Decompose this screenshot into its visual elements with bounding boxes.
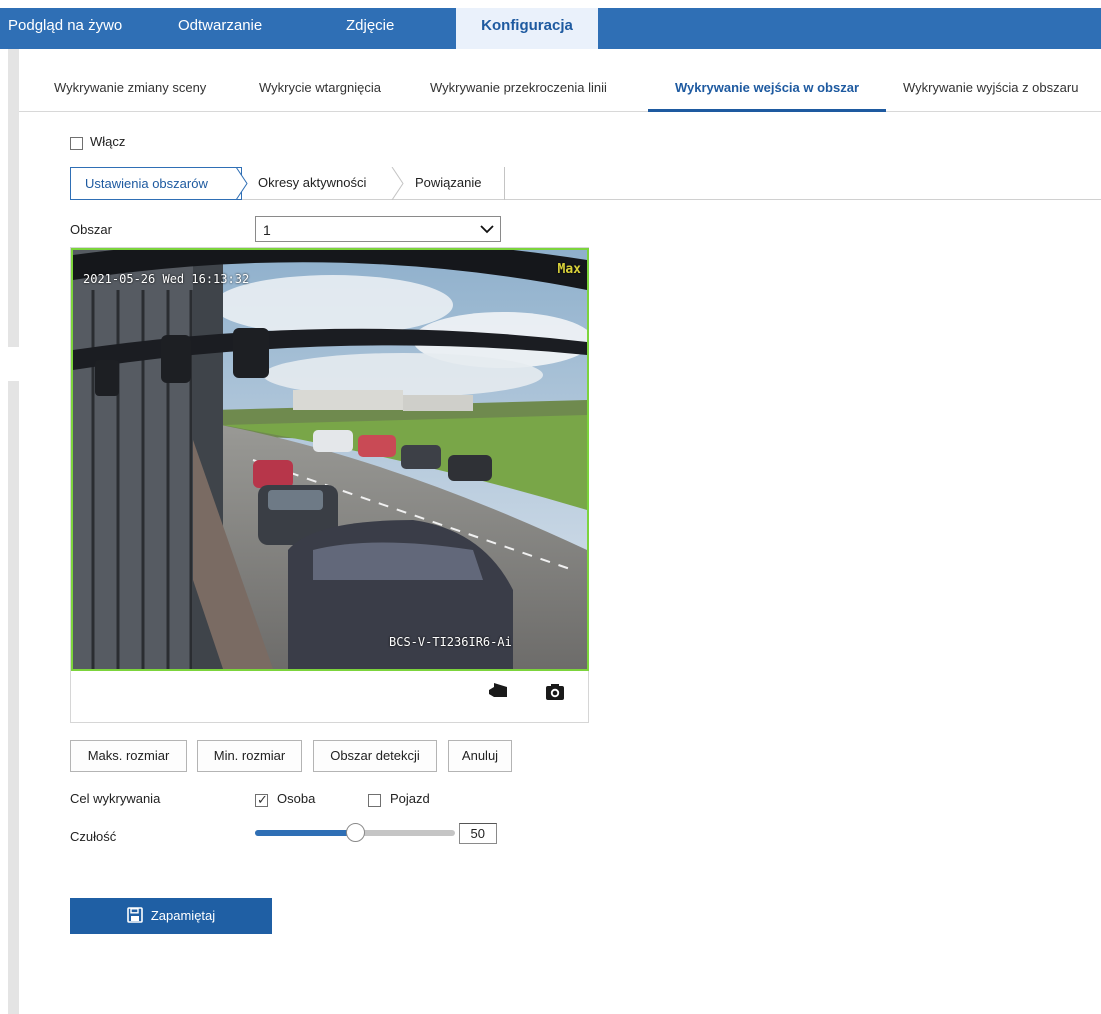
enable-label: Włącz	[90, 134, 126, 149]
save-button-label: Zapamiętaj	[150, 908, 216, 923]
sensitivity-slider-thumb[interactable]	[346, 823, 365, 842]
floppy-disk-icon	[127, 907, 143, 923]
sensitivity-label: Czułość	[70, 829, 117, 844]
vehicle-label: Pojazd	[390, 791, 430, 806]
live-video[interactable]: 2021-05-26 Wed 16:13:32 Max BCS-V-TI236I…	[71, 248, 589, 671]
left-sidebar-rail	[8, 49, 19, 347]
camera-name-overlay: BCS-V-TI236IR6-Ai	[389, 635, 512, 649]
step-arrow-1	[235, 167, 248, 200]
step-linkage[interactable]: Powiązanie	[415, 167, 482, 200]
enable-checkbox[interactable]	[70, 137, 83, 150]
area-select[interactable]: 1	[255, 216, 501, 242]
detection-target-label: Cel wykrywania	[70, 791, 161, 806]
event-subtabs: Wykrywanie zmiany sceny Wykrycie wtargni…	[19, 62, 1101, 112]
person-checkbox[interactable]	[255, 792, 268, 808]
chevron-down-icon	[480, 225, 494, 234]
vehicle-checkbox[interactable]	[368, 794, 381, 807]
top-navigation: Podgląd na żywo Odtwarzanie Zdjęcie Konf…	[0, 0, 1101, 49]
person-label: Osoba	[277, 791, 316, 806]
step-area-settings[interactable]: Ustawienia obszarów	[70, 167, 242, 200]
area-select-value: 1	[263, 222, 271, 238]
sensitivity-slider[interactable]	[255, 823, 455, 842]
subtab-line-crossing[interactable]: Wykrywanie przekroczenia linii	[430, 62, 607, 112]
subtab-region-entrance[interactable]: Wykrywanie wejścia w obszar	[648, 62, 886, 112]
nav-playback[interactable]: Odtwarzanie	[178, 8, 262, 49]
subtab-intrusion[interactable]: Wykrycie wtargnięcia	[259, 62, 381, 112]
step-end-divider	[504, 167, 505, 200]
min-size-button[interactable]: Min. rozmiar	[197, 740, 302, 772]
cancel-button[interactable]: Anuluj	[448, 740, 512, 772]
sensitivity-value-input[interactable]: 50	[459, 823, 497, 844]
camera-scene	[73, 250, 587, 669]
max-size-label: Max	[557, 262, 581, 277]
camera-icon[interactable]	[545, 683, 565, 704]
area-label: Obszar	[70, 222, 112, 237]
video-timestamp: 2021-05-26 Wed 16:13:32	[83, 272, 250, 286]
nav-configuration[interactable]: Konfiguracja	[456, 8, 598, 49]
subtab-scene-change[interactable]: Wykrywanie zmiany sceny	[54, 62, 206, 112]
video-record-icon[interactable]	[488, 683, 508, 704]
step-arrow-2	[391, 167, 404, 200]
left-sidebar-rail-lower	[8, 381, 19, 1014]
max-size-button[interactable]: Maks. rozmiar	[70, 740, 187, 772]
nav-live-view[interactable]: Podgląd na żywo	[8, 8, 122, 49]
step-schedule[interactable]: Okresy aktywności	[258, 167, 366, 200]
subtab-region-exiting[interactable]: Wykrywanie wyjścia z obszaru	[903, 62, 1078, 112]
save-button[interactable]: Zapamiętaj	[70, 898, 272, 934]
detection-area-button[interactable]: Obszar detekcji	[313, 740, 437, 772]
nav-picture[interactable]: Zdjęcie	[346, 8, 394, 49]
sensitivity-slider-fill	[255, 830, 350, 836]
